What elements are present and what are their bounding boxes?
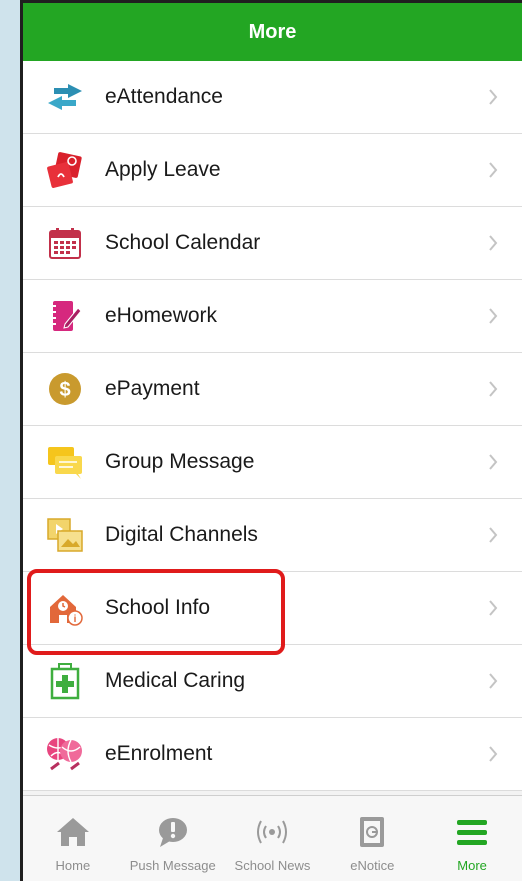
menu-item-ehomework[interactable]: eHomework bbox=[23, 280, 522, 353]
menu-item-label: eAttendance bbox=[105, 85, 223, 108]
tab-label: Home bbox=[55, 858, 91, 873]
menu-item-label: eHomework bbox=[105, 304, 218, 327]
calendar-icon bbox=[45, 223, 85, 263]
chevron-right-icon bbox=[478, 162, 508, 178]
chat-bubbles-icon bbox=[45, 442, 85, 482]
homework-notebook-icon bbox=[45, 296, 85, 336]
hamburger-menu-icon bbox=[454, 814, 490, 850]
app-screen: More eAttendance Apply Leave School Cale… bbox=[20, 0, 522, 881]
menu-item-group-message[interactable]: Group Message bbox=[23, 426, 522, 499]
menu-item-label: ePayment bbox=[105, 377, 200, 400]
tab-home[interactable]: Home bbox=[23, 796, 123, 881]
page-title: More bbox=[248, 20, 297, 43]
navigation-bar: More bbox=[23, 3, 522, 61]
tab-enotice[interactable]: eNotice bbox=[322, 796, 422, 881]
menu-item-eattendance[interactable]: eAttendance bbox=[23, 61, 522, 134]
notice-icon bbox=[354, 814, 390, 850]
school-building-icon: i bbox=[45, 588, 85, 628]
menu-item-label: School Info bbox=[105, 596, 211, 619]
svg-text:i: i bbox=[74, 614, 77, 625]
menu-item-apply-leave[interactable]: Apply Leave bbox=[23, 134, 522, 207]
dollar-coin-icon: $ bbox=[45, 369, 85, 409]
chevron-right-icon bbox=[478, 527, 508, 543]
tab-more[interactable]: More bbox=[422, 796, 522, 881]
chevron-right-icon bbox=[478, 600, 508, 616]
menu-item-medical-caring[interactable]: Medical Caring bbox=[23, 645, 522, 718]
menu-item-epayment[interactable]: $ ePayment bbox=[23, 353, 522, 426]
svg-text:$: $ bbox=[59, 379, 70, 401]
sports-balls-icon bbox=[45, 734, 85, 774]
tab-label: Push Message bbox=[129, 858, 216, 873]
swap-arrows-icon bbox=[45, 77, 85, 117]
chevron-right-icon bbox=[478, 89, 508, 105]
chevron-right-icon bbox=[478, 381, 508, 397]
menu-item-label: Apply Leave bbox=[105, 158, 221, 181]
menu-item-label: eEnrolment bbox=[105, 742, 213, 765]
home-icon bbox=[55, 814, 91, 850]
media-gallery-icon bbox=[45, 515, 85, 555]
bottom-tab-bar: Home Push Message School News eNotice Mo… bbox=[23, 795, 522, 881]
menu-item-label: School Calendar bbox=[105, 231, 261, 254]
menu-item-label: Digital Channels bbox=[105, 523, 258, 546]
leave-form-icon bbox=[45, 150, 85, 190]
chevron-right-icon bbox=[478, 308, 508, 324]
medical-kit-icon bbox=[45, 661, 85, 701]
menu-item-digital-channels[interactable]: Digital Channels bbox=[23, 499, 522, 572]
push-message-icon bbox=[155, 814, 191, 850]
menu-item-label: Medical Caring bbox=[105, 669, 246, 692]
chevron-right-icon bbox=[478, 746, 508, 762]
chevron-right-icon bbox=[478, 235, 508, 251]
broadcast-icon bbox=[254, 814, 290, 850]
menu-item-eenrolment[interactable]: eEnrolment bbox=[23, 718, 522, 791]
menu-item-label: Group Message bbox=[105, 450, 255, 473]
tab-label: School News bbox=[234, 858, 311, 873]
more-menu-list: eAttendance Apply Leave School Calendar … bbox=[23, 61, 522, 791]
chevron-right-icon bbox=[478, 673, 508, 689]
menu-item-school-calendar[interactable]: School Calendar bbox=[23, 207, 522, 280]
tab-push-message[interactable]: Push Message bbox=[123, 796, 223, 881]
tab-label: eNotice bbox=[350, 858, 395, 873]
menu-item-school-info[interactable]: i School Info bbox=[23, 572, 522, 645]
tab-school-news[interactable]: School News bbox=[223, 796, 323, 881]
tab-label: More bbox=[457, 858, 487, 873]
chevron-right-icon bbox=[478, 454, 508, 470]
